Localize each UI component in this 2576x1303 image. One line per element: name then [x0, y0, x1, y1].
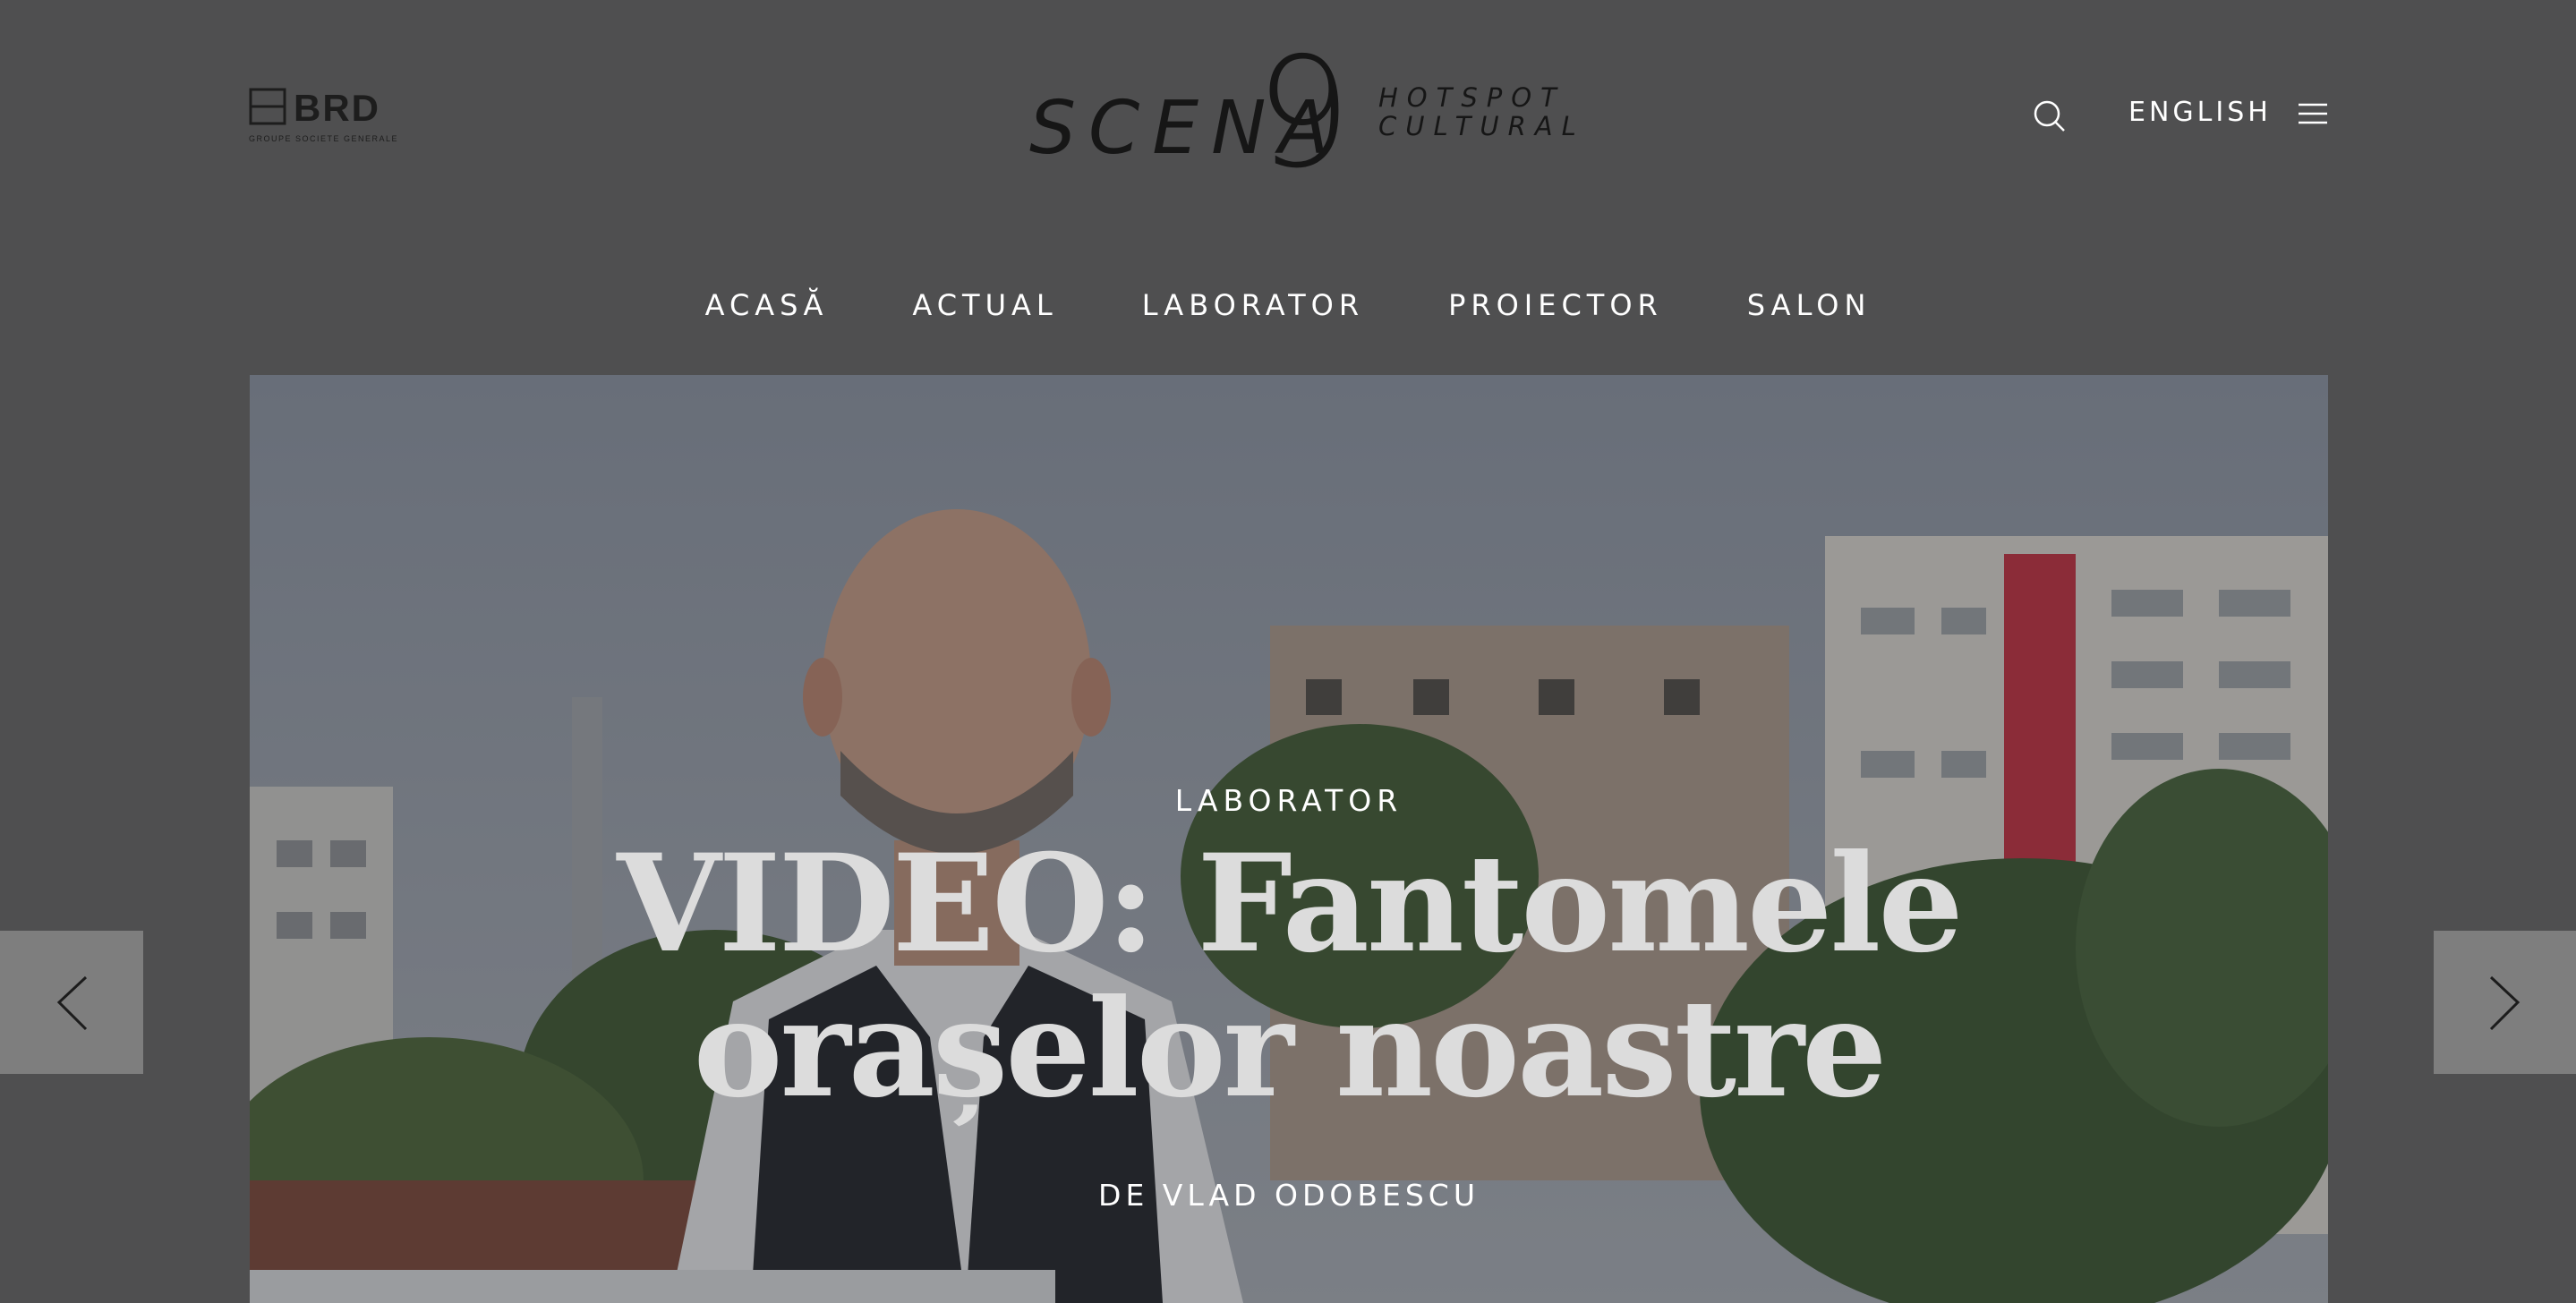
search-icon [2034, 100, 2065, 132]
site-logo-number: 9 [1255, 25, 1352, 202]
hamburger-menu-icon [2299, 103, 2327, 124]
menu-button[interactable] [2297, 100, 2329, 127]
hero-slide[interactable]: LABORATOR VIDEO: Fantomele orașelor noas… [250, 375, 2328, 1303]
carousel-next-button[interactable] [2434, 931, 2576, 1074]
main-nav: ACASĂ ACTUAL LABORATOR PROIECTOR SALON [0, 288, 2576, 322]
search-button[interactable] [2032, 98, 2068, 134]
language-link[interactable]: ENGLISH [2128, 97, 2272, 128]
hero-title[interactable]: VIDEO: Fantomele orașelor noastre [518, 831, 2060, 1121]
nav-item-actual[interactable]: ACTUAL [912, 288, 1057, 322]
brd-logo-name: BRD [294, 87, 380, 129]
chevron-left-icon [56, 975, 88, 1031]
site-logo-tagline-line2: CULTURAL [1378, 111, 1585, 141]
brd-logo[interactable]: BRD GROUPE SOCIETE GENERALE [249, 88, 401, 145]
carousel-prev-button[interactable] [0, 931, 143, 1074]
site-logo[interactable]: SCENA 9 HOTSPOT CULTURAL [1029, 33, 1576, 194]
header-actions: ENGLISH [2032, 93, 2336, 138]
nav-item-salon[interactable]: SALON [1747, 288, 1872, 322]
chevron-right-icon [2489, 975, 2521, 1031]
brd-logo-subtitle: GROUPE SOCIETE GENERALE [249, 134, 399, 143]
nav-item-proiector[interactable]: PROIECTOR [1448, 288, 1663, 322]
site-logo-tagline: HOTSPOT CULTURAL [1378, 83, 1585, 141]
hero-author[interactable]: DE VLAD ODOBESCU [250, 1178, 2328, 1213]
hero-category-link[interactable]: LABORATOR [250, 783, 2328, 818]
nav-item-laborator[interactable]: LABORATOR [1142, 288, 1364, 322]
brd-mark-icon [249, 88, 286, 125]
nav-item-acasa[interactable]: ACASĂ [705, 288, 829, 322]
site-logo-tagline-line1: HOTSPOT [1378, 82, 1565, 113]
